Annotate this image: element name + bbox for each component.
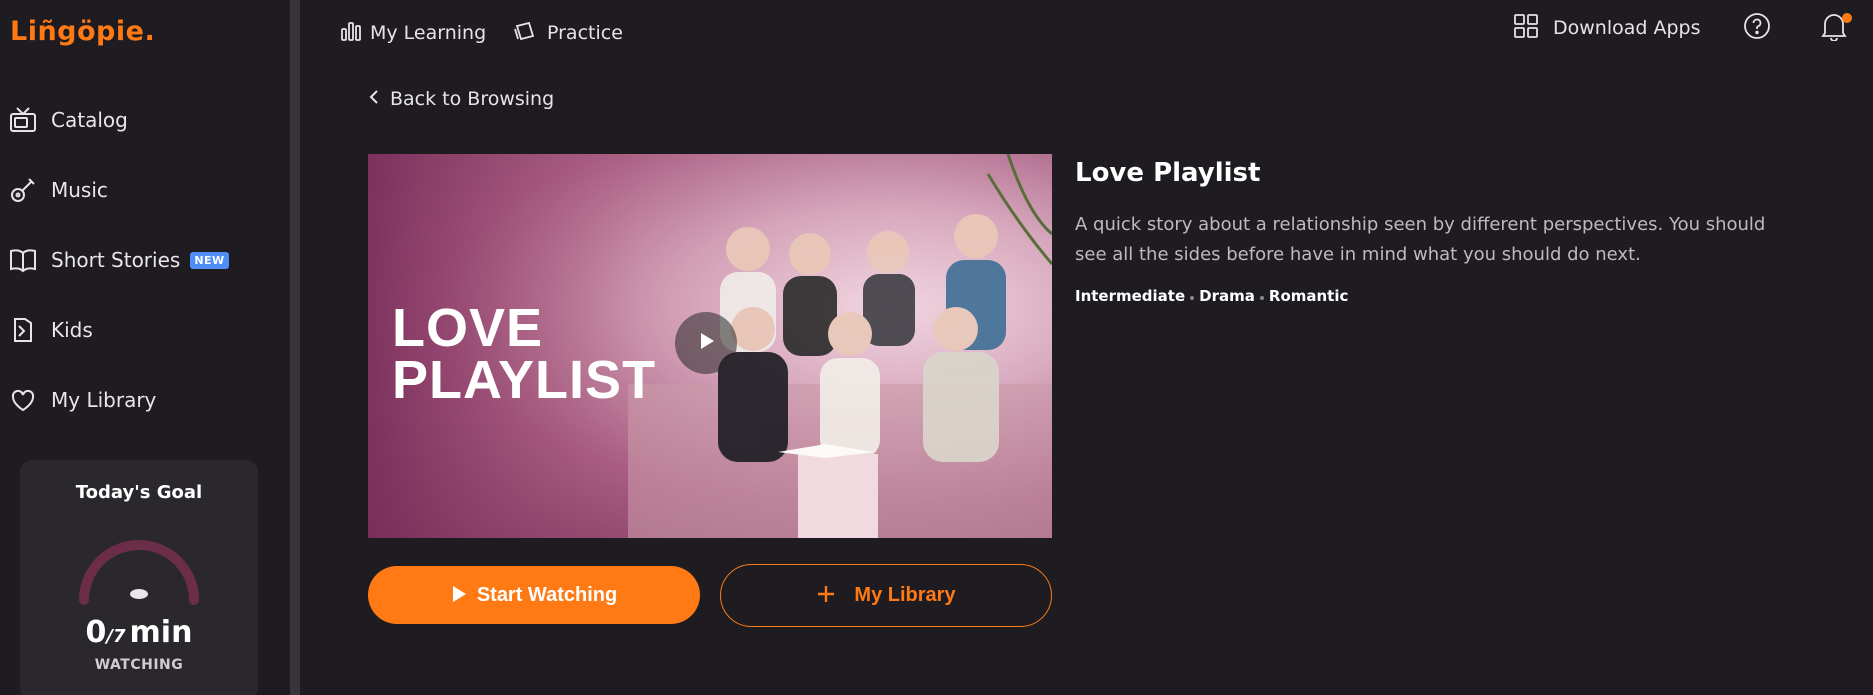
sidebar-item-label: Music [51,178,108,202]
heart-icon [8,385,38,415]
add-to-library-label: My Library [854,584,956,606]
start-watching-label: Start Watching [476,583,618,606]
add-to-library-button[interactable]: My Library [720,564,1052,627]
nav-my-learning[interactable]: My Learning [340,18,486,48]
guitar-icon [8,175,38,205]
show-title: Love Playlist [1075,158,1261,188]
sidebar-item-music[interactable]: Music [8,170,108,210]
sidebar-item-my-library[interactable]: My Library [8,380,156,420]
logo[interactable]: Liñgöpie. [10,16,155,47]
tag-genre: Romantic [1268,287,1349,305]
back-label: Back to Browsing [390,88,555,110]
start-watching-button[interactable]: Start Watching [368,566,700,624]
tag-separator [1259,296,1264,300]
play-icon [451,585,467,606]
book-icon [8,245,38,275]
grid-icon [1513,13,1539,43]
tag-separator [1190,296,1195,300]
show-tags: Intermediate Drama Romantic [1075,287,1348,305]
nav-practice-label: Practice [547,22,623,44]
chevron-left-icon [368,88,380,110]
help-button[interactable] [1743,10,1771,46]
notification-dot [1842,13,1852,23]
show-poster[interactable]: LOVE PLAYLIST [368,154,1052,538]
sidebar-item-label: Short Stories [51,248,181,272]
goal-value: 0/7 min [85,615,193,650]
show-description: A quick story about a relationship seen … [1075,214,1766,265]
tag-level: Intermediate [1075,287,1186,305]
help-icon [1743,12,1771,44]
download-apps-label: Download Apps [1553,17,1701,39]
sidebar-item-label: My Library [51,388,157,412]
tv-icon [8,105,38,135]
nav-practice[interactable]: Practice [513,18,623,48]
play-button[interactable] [675,312,737,374]
sidebar-item-label: Catalog [51,108,128,132]
plus-icon [816,584,836,607]
new-badge: NEW [190,251,229,269]
sidebar-divider [290,0,300,695]
goal-label: WATCHING [94,657,184,673]
nav-my-learning-label: My Learning [370,22,487,44]
kids-icon [8,315,38,345]
goal-gauge [79,540,199,605]
play-icon [695,330,717,356]
tag-genre: Drama [1199,287,1255,305]
sidebar-item-catalog[interactable]: Catalog [8,100,128,140]
sidebar: Liñgöpie. Catalog Music Short Stories NE… [0,0,290,695]
bell-icon [1820,11,1852,45]
download-apps-button[interactable]: Download Apps [1513,10,1701,46]
sidebar-item-kids[interactable]: Kids [8,310,93,350]
sidebar-item-label: Kids [51,318,93,342]
goal-title: Today's Goal [75,482,203,503]
cards-icon [513,20,539,46]
back-to-browsing-link[interactable]: Back to Browsing [368,88,554,110]
daily-goal-card: Today's Goal 0/7 min WATCHING [20,460,258,695]
notifications-button[interactable] [1820,10,1852,46]
poster-title: LOVE PLAYLIST [392,298,657,410]
sidebar-item-short-stories[interactable]: Short Stories NEW [8,240,229,280]
chart-icon [340,20,362,46]
